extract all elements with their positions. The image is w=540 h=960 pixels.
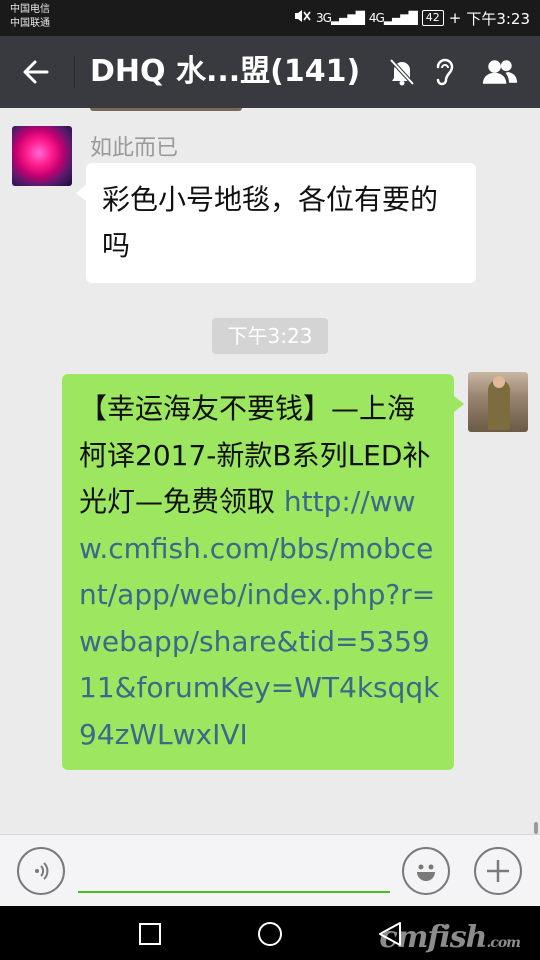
- message-timestamp: 下午3:23: [212, 318, 328, 354]
- mute-icon: [384, 54, 420, 90]
- avatar-head: [493, 376, 505, 388]
- status-bar: 中国电信 中国联通 3G▂▄▆█ 4G▂▄▆█ 42 + 下午3:23: [0, 0, 540, 36]
- mute-status-icon: [293, 8, 311, 28]
- message-text: 彩色小号地毯，各位有要的吗: [102, 183, 439, 262]
- input-bar: [0, 834, 540, 906]
- signal-1-icon: 3G▂▄▆█: [316, 11, 365, 25]
- ear-icon: [426, 54, 462, 90]
- carrier-info: 中国电信 中国联通: [10, 3, 50, 31]
- group-members-icon[interactable]: [482, 54, 518, 90]
- signal-2-icon: 4G▂▄▆█: [368, 11, 418, 25]
- emoji-icon[interactable]: [402, 847, 450, 895]
- scrollbar[interactable]: [534, 822, 538, 834]
- watermark-logo: cmfish.com: [379, 920, 521, 955]
- battery-indicator: 42: [421, 10, 444, 26]
- title-divider: [74, 56, 75, 88]
- chat-area[interactable]: 如此而已 彩色小号地毯，各位有要的吗 下午3:23 【幸运海友不要钱】—上海柯译…: [0, 108, 540, 834]
- status-icons: 3G▂▄▆█ 4G▂▄▆█ 42 + 下午3:23: [293, 8, 530, 28]
- voice-icon[interactable]: [17, 847, 65, 895]
- charging-plus-icon: +: [448, 9, 462, 27]
- message-link[interactable]: http://www.cmfish.com/bbs/mobcent/app/we…: [79, 485, 439, 751]
- back-arrow-icon[interactable]: [14, 50, 58, 94]
- sender-name: 如此而已: [90, 136, 179, 161]
- chat-title: DHQ 水...盟(141): [90, 54, 361, 89]
- message-bubble-sent[interactable]: 【幸运海友不要钱】—上海柯译2017-新款B系列LED补光灯—免费领取 http…: [62, 374, 464, 770]
- title-bar: DHQ 水...盟(141): [0, 36, 540, 108]
- message-bubble-received[interactable]: 彩色小号地毯，各位有要的吗: [76, 163, 476, 283]
- carrier-2: 中国联通: [10, 18, 50, 29]
- plus-icon[interactable]: [474, 847, 522, 895]
- status-time: 下午3:23: [466, 9, 530, 28]
- navigation-bar: cmfish.com: [0, 906, 540, 960]
- recents-icon[interactable]: [130, 914, 170, 954]
- home-icon[interactable]: [250, 914, 290, 954]
- message-input[interactable]: [78, 849, 390, 893]
- avatar[interactable]: [468, 372, 528, 432]
- carrier-1: 中国电信: [10, 4, 50, 15]
- avatar[interactable]: [12, 126, 72, 186]
- previous-message-fragment: [90, 108, 242, 111]
